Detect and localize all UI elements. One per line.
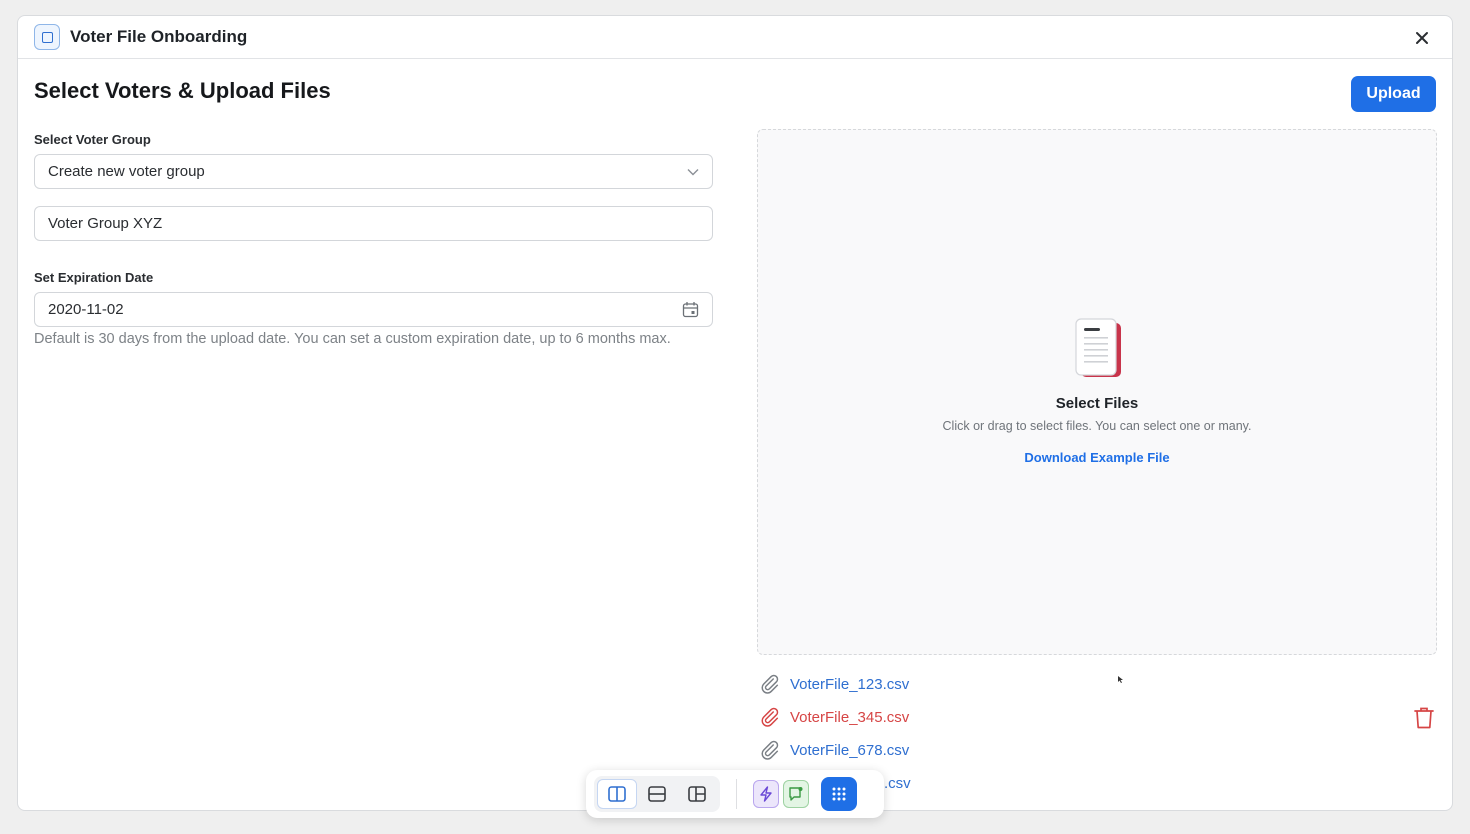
- file-item[interactable]: VoterFile_123.csv: [759, 672, 909, 696]
- file-name[interactable]: VoterFile_123.csv: [790, 676, 909, 693]
- file-name[interactable]: VoterFile_678.csv: [790, 742, 909, 759]
- file-name[interactable]: .csv: [884, 775, 911, 792]
- modal-title: Voter File Onboarding: [70, 27, 248, 46]
- expiration-hint: Default is 30 days from the upload date.…: [34, 331, 671, 347]
- file-item[interactable]: VoterFile_678.csv: [759, 738, 909, 762]
- upload-button[interactable]: Upload: [1351, 76, 1436, 112]
- close-button[interactable]: [1410, 26, 1434, 50]
- bottom-toolbar: [586, 770, 884, 818]
- mouse-cursor-icon: [1118, 676, 1123, 683]
- voter-group-select[interactable]: Create new voter group: [34, 154, 713, 189]
- calendar-icon[interactable]: [682, 301, 699, 318]
- voter-group-label: Select Voter Group: [34, 132, 151, 147]
- quick-action-button[interactable]: [753, 780, 779, 808]
- apps-menu-button[interactable]: [821, 777, 857, 811]
- layout-split-vertical-button[interactable]: [597, 779, 637, 809]
- expiration-date-value: 2020-11-02: [48, 301, 124, 318]
- document-icon: [1075, 318, 1121, 377]
- trash-icon[interactable]: [1413, 706, 1435, 730]
- layout-grid-button[interactable]: [677, 779, 717, 809]
- file-item-error[interactable]: VoterFile_345.csv: [759, 705, 909, 729]
- feedback-button[interactable]: [783, 780, 809, 808]
- app-icon: [34, 24, 60, 50]
- page-title: Select Voters & Upload Files: [34, 78, 331, 103]
- layout-split-horizontal-button[interactable]: [637, 779, 677, 809]
- voter-group-name-value: Voter Group XYZ: [48, 215, 163, 232]
- download-example-link[interactable]: Download Example File: [758, 450, 1436, 465]
- dropzone-title: Select Files: [1055, 395, 1139, 412]
- chevron-down-icon: [687, 168, 699, 175]
- expiration-date-label: Set Expiration Date: [34, 270, 154, 285]
- file-name[interactable]: VoterFile_345.csv: [790, 709, 909, 726]
- apps-grid-icon: [832, 787, 846, 801]
- split-vertical-icon: [608, 786, 626, 802]
- split-horizontal-icon: [648, 786, 666, 802]
- toolbar-divider: [736, 779, 737, 809]
- chat-flag-icon: [789, 787, 803, 801]
- file-item[interactable]: .csv: [884, 771, 911, 795]
- dropzone-subtitle: Click or drag to select files. You can s…: [942, 419, 1252, 433]
- paperclip-icon: [761, 707, 779, 727]
- paperclip-icon: [761, 674, 779, 694]
- close-icon: [1416, 32, 1428, 44]
- paperclip-icon: [761, 740, 779, 760]
- file-dropzone[interactable]: Select Files Click or drag to select fil…: [757, 129, 1437, 655]
- voter-group-selected-value: Create new voter group: [48, 163, 205, 180]
- layout-switcher: [594, 776, 720, 812]
- voter-group-name-input[interactable]: Voter Group XYZ: [34, 206, 713, 241]
- grid-layout-icon: [688, 786, 706, 802]
- modal-titlebar: Voter File Onboarding: [18, 16, 1452, 59]
- expiration-date-input[interactable]: 2020-11-02: [34, 292, 713, 327]
- lightning-icon: [760, 786, 772, 802]
- onboarding-modal: Voter File Onboarding Select Voters & Up…: [17, 15, 1453, 811]
